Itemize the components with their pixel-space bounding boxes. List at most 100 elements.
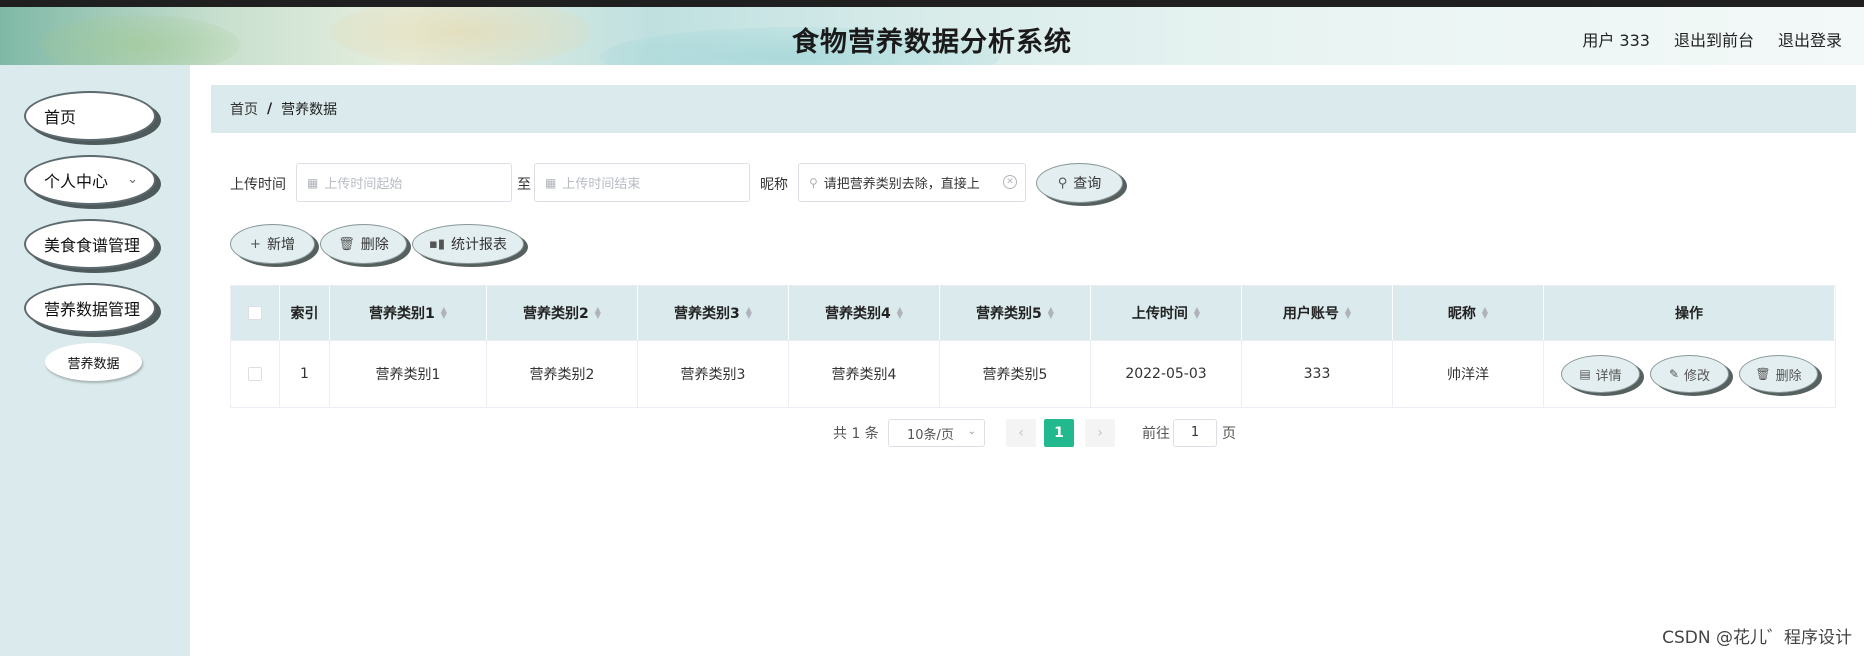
top-bar [0, 0, 1864, 7]
page-number-current[interactable]: 1 [1044, 419, 1074, 447]
upload-start-date-input[interactable]: ▦ 上传时间起始 [296, 163, 512, 202]
nickname-label: 昵称 [760, 177, 788, 193]
bar-chart-icon: ▪▮ [429, 236, 445, 252]
column-header[interactable]: 昵称 ▲ ▼ [1393, 286, 1544, 340]
column-header: 索引 [280, 286, 330, 340]
add-label: 新增 [266, 237, 295, 253]
user-label: 用户 333 [1582, 31, 1650, 50]
document-icon: ▤ [1579, 367, 1591, 381]
column-header-label: 营养类别2 [523, 306, 589, 322]
sidebar-item-home[interactable]: 首页 [24, 91, 156, 141]
table-cell: 营养类别5 [940, 341, 1091, 407]
pagination-total: 共 1 条 [833, 426, 879, 442]
sidebar-item-label: 美食食谱管理 [44, 236, 141, 255]
report-label: 统计报表 [450, 237, 507, 253]
column-header: 操作 [1544, 286, 1835, 340]
sidebar-subitem-nutrition-data[interactable]: 营养数据 [45, 343, 142, 381]
query-button[interactable]: ⚲ 查询 [1036, 163, 1123, 203]
next-page-button[interactable]: › [1085, 419, 1115, 447]
chevron-left-icon: ‹ [1018, 425, 1024, 441]
column-header[interactable]: 上传时间 ▲ ▼ [1091, 286, 1242, 340]
plus-icon: + [250, 236, 261, 252]
table-cell: 营养类别1 [330, 341, 487, 407]
row-checkbox[interactable] [248, 367, 262, 381]
calendar-icon: ▦ [307, 175, 319, 190]
sort-icon[interactable]: ▲ ▼ [1482, 306, 1488, 320]
column-header-label: 营养类别5 [976, 306, 1042, 322]
column-header-label: 营养类别1 [369, 306, 435, 322]
column-header-label: 操作 [1675, 306, 1703, 322]
upload-start-placeholder: 上传时间起始 [324, 177, 403, 192]
table-cell: 营养类别3 [638, 341, 789, 407]
column-header-label: 营养类别3 [674, 306, 740, 322]
nickname-search-input[interactable]: ⚲ 请把营养类别去除，直接上 ✕ [798, 163, 1026, 202]
table-cell: 2022-05-03 [1091, 341, 1242, 407]
table-cell: 营养类别2 [487, 341, 638, 407]
table-cell: 333 [1242, 341, 1393, 407]
column-header[interactable]: 营养类别1 ▲ ▼ [330, 286, 487, 340]
detail-label: 详情 [1595, 368, 1622, 384]
edit-label: 修改 [1684, 368, 1711, 384]
upload-end-date-input[interactable]: ▦ 上传时间结束 [534, 163, 750, 202]
clear-icon[interactable]: ✕ [1003, 175, 1017, 189]
column-header-label: 上传时间 [1131, 306, 1188, 322]
column-header-label: 索引 [290, 306, 319, 322]
sidebar: 首页 个人中心 ⌄ 美食食谱管理 营养数据管理 营养数据 [0, 65, 190, 656]
column-header[interactable]: 营养类别3 ▲ ▼ [638, 286, 789, 340]
to-label: 至 [517, 177, 531, 193]
watermark: CSDN @花儿゛程序设计 [1662, 628, 1852, 648]
statistics-report-button[interactable]: ▪▮ 统计报表 [412, 224, 524, 264]
upload-end-placeholder: 上传时间结束 [562, 177, 641, 192]
chevron-right-icon: › [1097, 425, 1103, 441]
search-icon: ⚲ [809, 175, 818, 190]
chevron-down-icon: ⌄ [967, 426, 976, 437]
row-delete-label: 删除 [1775, 368, 1802, 384]
sort-icon[interactable]: ▲ ▼ [1345, 306, 1351, 320]
nickname-value: 请把营养类别去除，直接上 [823, 177, 980, 192]
breadcrumb-home[interactable]: 首页 [230, 99, 258, 119]
column-header[interactable]: 用户账号 ▲ ▼ [1242, 286, 1393, 340]
select-all-cell [231, 286, 280, 340]
sort-icon[interactable]: ▲ ▼ [1048, 306, 1054, 320]
sort-icon[interactable]: ▲ ▼ [595, 306, 601, 320]
sidebar-item-personal-center[interactable]: 个人中心 ⌄ [24, 155, 156, 205]
breadcrumb-separator: / [267, 101, 273, 117]
select-all-checkbox[interactable] [248, 306, 262, 320]
exit-to-front-link[interactable]: 退出到前台 [1674, 27, 1754, 51]
table-cell: 营养类别4 [789, 341, 940, 407]
sort-icon[interactable]: ▲ ▼ [1194, 306, 1200, 320]
sort-icon[interactable]: ▲ ▼ [746, 306, 752, 320]
column-header-label: 营养类别4 [825, 306, 891, 322]
add-button[interactable]: + 新增 [230, 224, 315, 264]
nutrition-data-table: 索引 营养类别1 ▲ ▼ 营养类别2 ▲ ▼ 营养类别3 ▲ ▼ 营养类别4 ▲ ▼ 营养类别5… [230, 285, 1836, 408]
column-header-label: 昵称 [1447, 306, 1476, 322]
column-header[interactable]: 营养类别4 ▲ ▼ [789, 286, 940, 340]
sort-icon[interactable]: ▲ ▼ [897, 306, 903, 320]
sort-icon[interactable]: ▲ ▼ [441, 306, 447, 320]
sidebar-item-label: 个人中心 [44, 172, 109, 191]
batch-delete-button[interactable]: 🗑 删除 [320, 224, 407, 264]
column-header[interactable]: 营养类别2 ▲ ▼ [487, 286, 638, 340]
pencil-icon: ✎ [1668, 367, 1680, 381]
upload-time-label: 上传时间 [230, 177, 286, 193]
row-delete-button[interactable]: 🗑 删除 [1739, 355, 1818, 393]
calendar-icon: ▦ [545, 175, 557, 190]
breadcrumb-current: 营养数据 [281, 102, 338, 118]
sidebar-item-recipe-management[interactable]: 美食食谱管理 [24, 219, 156, 269]
edit-button[interactable]: ✎ 修改 [1650, 355, 1729, 393]
page-size-value: 10条/页 [907, 427, 954, 443]
column-header-label: 用户账号 [1282, 306, 1339, 322]
search-icon: ⚲ [1057, 175, 1068, 191]
logout-link[interactable]: 退出登录 [1778, 27, 1842, 51]
sidebar-item-label: 营养数据管理 [44, 300, 141, 319]
goto-page-input[interactable]: 1 [1173, 419, 1217, 447]
header-user-area: 用户 333 退出到前台 退出登录 [1582, 27, 1842, 51]
prev-page-button[interactable]: ‹ [1006, 419, 1036, 447]
sidebar-item-label: 首页 [44, 108, 77, 127]
trash-icon: 🗑 [338, 236, 355, 252]
sidebar-item-nutrition-management[interactable]: 营养数据管理 [24, 283, 156, 333]
detail-button[interactable]: ▤ 详情 [1561, 355, 1640, 393]
header: 食物营养数据分析系统 用户 333 退出到前台 退出登录 [0, 7, 1864, 65]
page-size-select[interactable]: 10条/页 ⌄ [888, 419, 985, 447]
column-header[interactable]: 营养类别5 ▲ ▼ [940, 286, 1091, 340]
